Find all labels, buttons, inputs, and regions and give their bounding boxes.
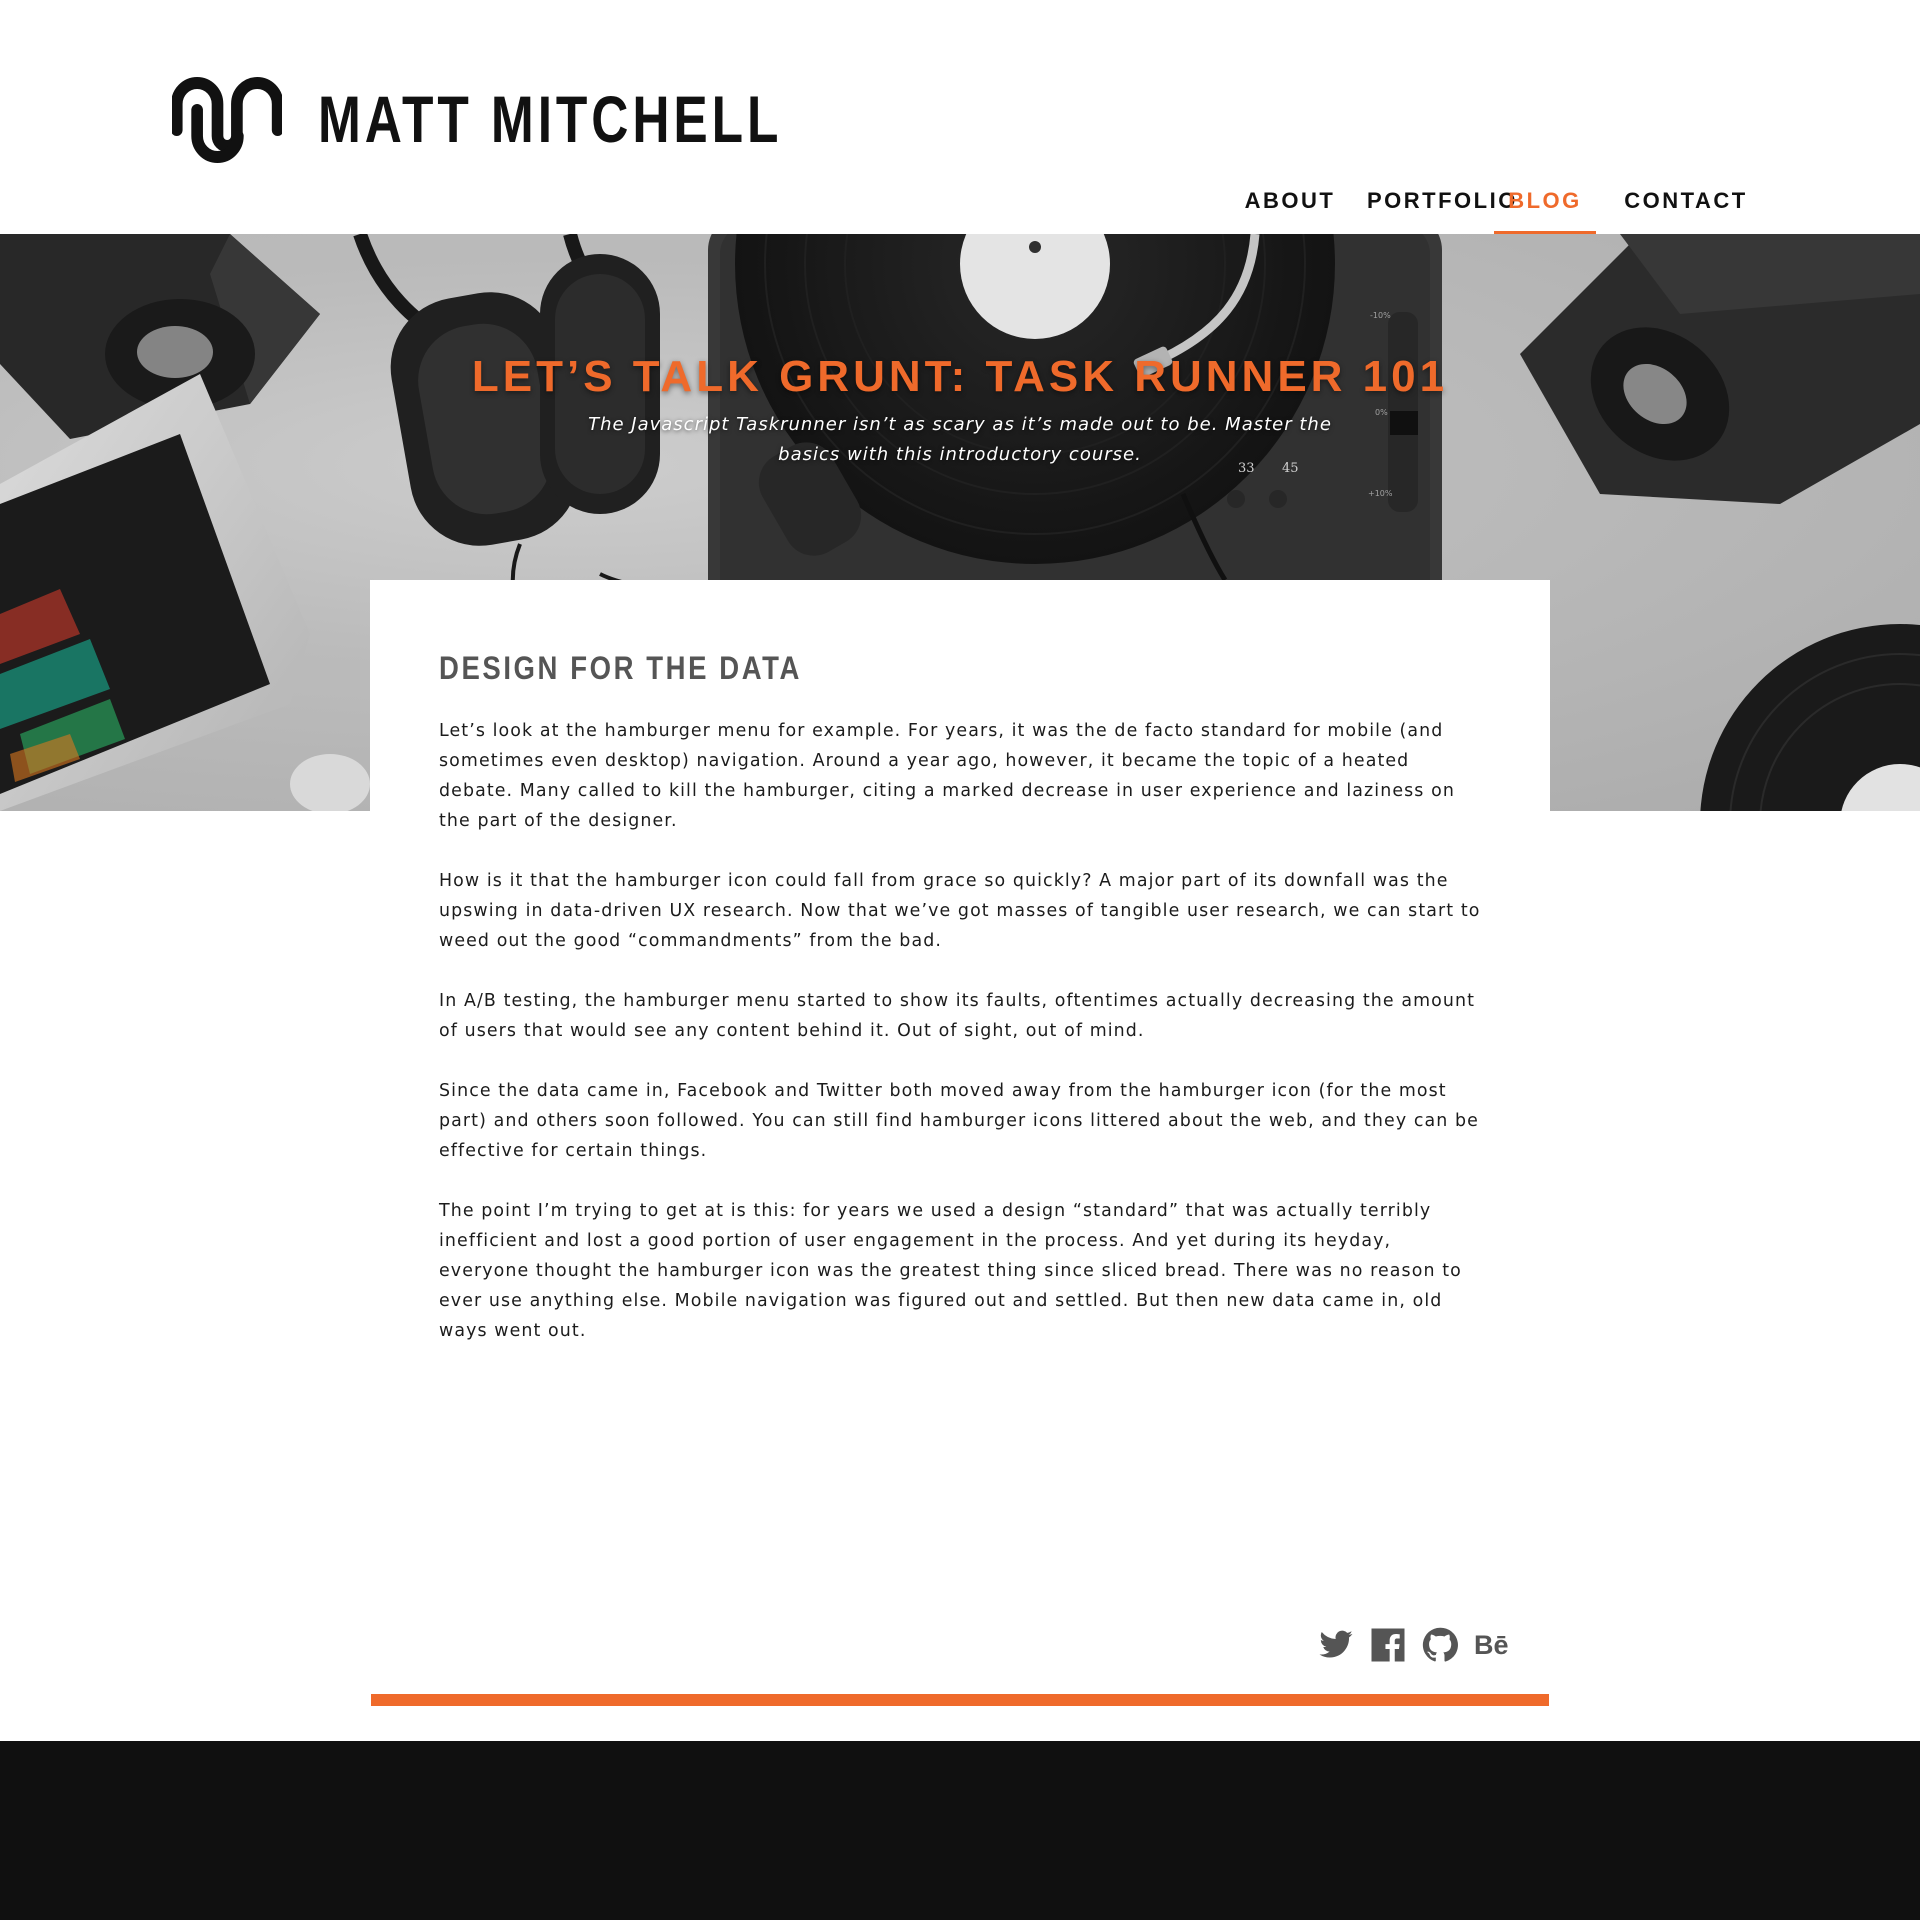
- post-title: LET’S TALK GRUNT: TASK RUNNER 101: [471, 352, 1449, 401]
- github-icon[interactable]: [1422, 1627, 1458, 1663]
- twitter-icon[interactable]: [1318, 1627, 1354, 1663]
- behance-icon[interactable]: Bē: [1474, 1627, 1510, 1663]
- article-paragraph: Since the data came in, Facebook and Twi…: [439, 1081, 1479, 1161]
- article-paragraph: How is it that the hamburger icon could …: [439, 871, 1481, 951]
- facebook-icon[interactable]: [1370, 1627, 1406, 1663]
- article-body: Let’s look at the hamburger menu for exa…: [439, 716, 1484, 1376]
- site-footer: [0, 1741, 1920, 1920]
- article-paragraph: The point I’m trying to get at is this: …: [439, 1201, 1462, 1341]
- post-subtitle: The Javascript Taskrunner isn’t as scary…: [588, 414, 1332, 465]
- article-heading: DESIGN FOR THE DATA: [439, 650, 802, 686]
- nav-about[interactable]: ABOUT: [1235, 180, 1345, 234]
- site-header: MATT MITCHELL ABOUT PORTFOLIO BLOG CONTA…: [0, 0, 1920, 234]
- accent-divider: [371, 1694, 1549, 1706]
- home-link[interactable]: MATT MITCHELL: [0, 0, 778, 180]
- article-paragraph: In A/B testing, the hamburger menu start…: [439, 991, 1476, 1041]
- site-name: MATT MITCHELL: [318, 82, 783, 156]
- nav-contact[interactable]: CONTACT: [1624, 180, 1748, 234]
- mm-monogram-icon: [172, 77, 282, 163]
- article-card: DESIGN FOR THE DATA Let’s look at the ha…: [370, 580, 1550, 1390]
- nav-blog[interactable]: BLOG: [1494, 180, 1596, 234]
- article-paragraph: Let’s look at the hamburger menu for exa…: [439, 721, 1455, 831]
- nav-portfolio[interactable]: PORTFOLIO: [1367, 180, 1515, 234]
